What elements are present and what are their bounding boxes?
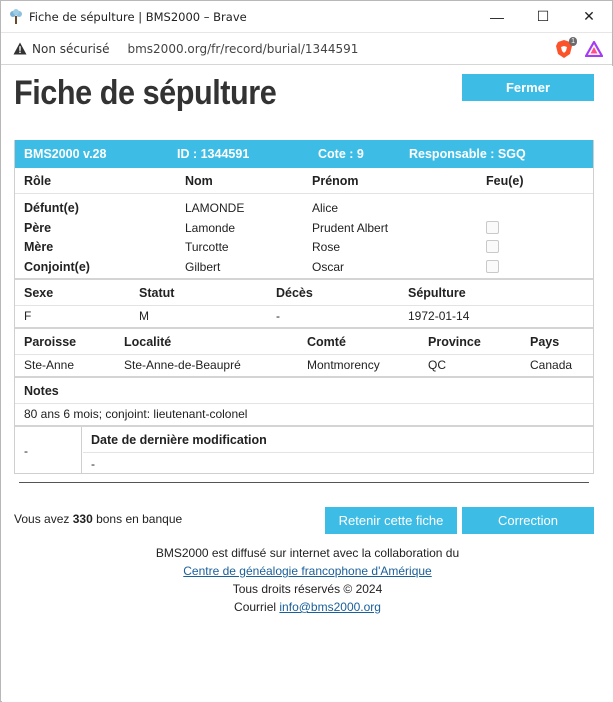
person-nom: Gilbert bbox=[185, 259, 221, 274]
person-prenom: Prudent Albert bbox=[312, 220, 389, 235]
modification-header-cell: Date de dernière modification bbox=[83, 427, 593, 453]
col-header-feu: Feu(e) bbox=[486, 174, 524, 188]
email-link[interactable]: info@bms2000.org bbox=[279, 600, 381, 614]
brave-rewards-button[interactable] bbox=[582, 37, 606, 61]
url-field[interactable]: bms2000.org/fr/record/burial/1344591 bbox=[127, 42, 552, 56]
notes-value: 80 ans 6 mois; conjoint: lieutenant-colo… bbox=[24, 406, 248, 421]
browser-window: Fiche de sépulture | BMS2000 – Brave — ☐… bbox=[0, 0, 613, 702]
event-header-row: Sexe Statut Décès Sépulture bbox=[15, 280, 593, 306]
record-header: BMS2000 v.28 ID : 1344591 Cote : 9 Respo… bbox=[15, 140, 593, 168]
record-version: BMS2000 v.28 bbox=[24, 147, 107, 161]
person-role: Père bbox=[24, 220, 52, 235]
maximize-icon: ☐ bbox=[536, 8, 550, 24]
table-row: Père Lamonde Prudent Albert bbox=[15, 218, 593, 238]
col-header-province: Province bbox=[428, 334, 481, 349]
notes-header: Notes bbox=[24, 383, 59, 398]
event-sepulture: 1972-01-14 bbox=[408, 308, 470, 323]
footer: BMS2000 est diffusé sur internet avec la… bbox=[2, 544, 613, 616]
person-prenom: Oscar bbox=[312, 259, 345, 274]
bank-count: 330 bbox=[72, 512, 93, 526]
col-header-comte: Comté bbox=[307, 334, 346, 349]
table-row: Ste-Anne Ste-Anne-de-Beaupré Montmorency… bbox=[15, 355, 593, 376]
record-id: ID : 1344591 bbox=[177, 147, 250, 161]
email-label: Courriel bbox=[234, 600, 280, 614]
warning-icon[interactable] bbox=[12, 42, 28, 55]
place-pays: Canada bbox=[530, 357, 573, 372]
place-header-row: Paroisse Localité Comté Province Pays bbox=[15, 329, 593, 355]
person-prenom: Alice bbox=[312, 201, 339, 215]
address-bar: Non sécurisé bms2000.org/fr/record/buria… bbox=[1, 33, 612, 65]
modification-date: - bbox=[91, 456, 95, 471]
close-icon: ✕ bbox=[583, 8, 595, 24]
bank-prefix: Vous avez bbox=[14, 512, 73, 526]
person-nom: Turcotte bbox=[185, 240, 229, 254]
col-header-sepulture: Sépulture bbox=[408, 285, 466, 300]
col-header-pays: Pays bbox=[530, 334, 560, 349]
col-header-statut: Statut bbox=[139, 285, 175, 300]
col-header-localite: Localité bbox=[124, 334, 172, 349]
table-row: Conjoint(e) Gilbert Oscar bbox=[15, 257, 593, 278]
close-button[interactable]: Fermer bbox=[462, 74, 594, 101]
close-window-button[interactable]: ✕ bbox=[566, 1, 612, 33]
person-role: Mère bbox=[24, 240, 54, 254]
place-comte: Montmorency bbox=[307, 357, 380, 372]
person-prenom: Rose bbox=[312, 240, 341, 254]
event-sexe: F bbox=[24, 308, 32, 323]
brave-shields-button[interactable]: 1 bbox=[552, 36, 577, 61]
rewards-triangle-icon bbox=[585, 40, 603, 57]
tree-icon bbox=[8, 8, 24, 25]
modification-left-cell: - bbox=[15, 426, 82, 473]
place-localite: Ste-Anne-de-Beaupré bbox=[124, 357, 241, 372]
maximize-button[interactable]: ☐ bbox=[520, 1, 566, 33]
bank-balance: Vous avez 330 bons en banque bbox=[14, 512, 182, 526]
deceased-checkbox[interactable] bbox=[486, 259, 499, 273]
retain-record-button[interactable]: Retenir cette fiche bbox=[325, 507, 457, 534]
notes-header-row: Notes bbox=[15, 378, 593, 404]
table-row: Mère Turcotte Rose bbox=[15, 237, 593, 257]
record-responsable: Responsable : SGQ bbox=[409, 147, 526, 161]
record-cote: Cote : 9 bbox=[318, 147, 364, 161]
modification-left-value: - bbox=[24, 443, 28, 458]
event-statut: M bbox=[139, 308, 149, 323]
person-nom: LAMONDE bbox=[185, 201, 245, 215]
col-header-deces: Décès bbox=[276, 285, 313, 300]
modification-header: Date de dernière modification bbox=[91, 432, 267, 447]
copyright: Tous droits réservés © 2024 bbox=[232, 582, 383, 596]
correction-button[interactable]: Correction bbox=[462, 507, 594, 534]
table-row: Défunt(e) LAMONDE Alice bbox=[15, 198, 593, 218]
place-province: QC bbox=[428, 357, 446, 372]
minimize-icon: — bbox=[490, 8, 504, 25]
col-header-prenom: Prénom bbox=[312, 174, 359, 188]
col-header-paroisse: Paroisse bbox=[24, 334, 77, 349]
minimize-button[interactable]: — bbox=[474, 1, 520, 33]
deceased-checkbox[interactable] bbox=[486, 240, 499, 253]
notes-row: 80 ans 6 mois; conjoint: lieutenant-colo… bbox=[15, 404, 593, 425]
deceased-checkbox[interactable] bbox=[486, 220, 499, 234]
col-header-role: Rôle bbox=[24, 174, 52, 188]
person-nom: Lamonde bbox=[185, 220, 236, 235]
table-row: F M - 1972-01-14 bbox=[15, 306, 593, 327]
person-role: Défunt(e) bbox=[24, 201, 79, 215]
col-header-nom: Nom bbox=[185, 174, 213, 188]
shields-count-badge: 1 bbox=[569, 36, 577, 46]
page-title: Fiche de sépulture bbox=[14, 74, 277, 112]
divider bbox=[19, 482, 589, 483]
event-deces: - bbox=[276, 308, 280, 323]
burial-record-card: BMS2000 v.28 ID : 1344591 Cote : 9 Respo… bbox=[14, 140, 594, 474]
bank-suffix: bons en banque bbox=[92, 512, 183, 526]
footer-line: BMS2000 est diffusé sur internet avec la… bbox=[155, 546, 460, 560]
page-content: Fiche de sépulture Fermer BMS2000 v.28 I… bbox=[2, 66, 613, 702]
person-role: Conjoint(e) bbox=[24, 259, 90, 274]
place-paroisse: Ste-Anne bbox=[24, 357, 75, 372]
title-bar: Fiche de sépulture | BMS2000 – Brave — ☐… bbox=[1, 1, 612, 33]
security-status[interactable]: Non sécurisé bbox=[32, 42, 109, 56]
window-title: Fiche de sépulture | BMS2000 – Brave bbox=[29, 9, 247, 24]
cgfa-link[interactable]: Centre de généalogie francophone d'Améri… bbox=[183, 564, 431, 578]
col-header-sexe: Sexe bbox=[24, 285, 54, 300]
modification-row: - Date de dernière modification - bbox=[15, 426, 593, 473]
people-header-row: Rôle Nom Prénom Feu(e) bbox=[15, 168, 593, 194]
